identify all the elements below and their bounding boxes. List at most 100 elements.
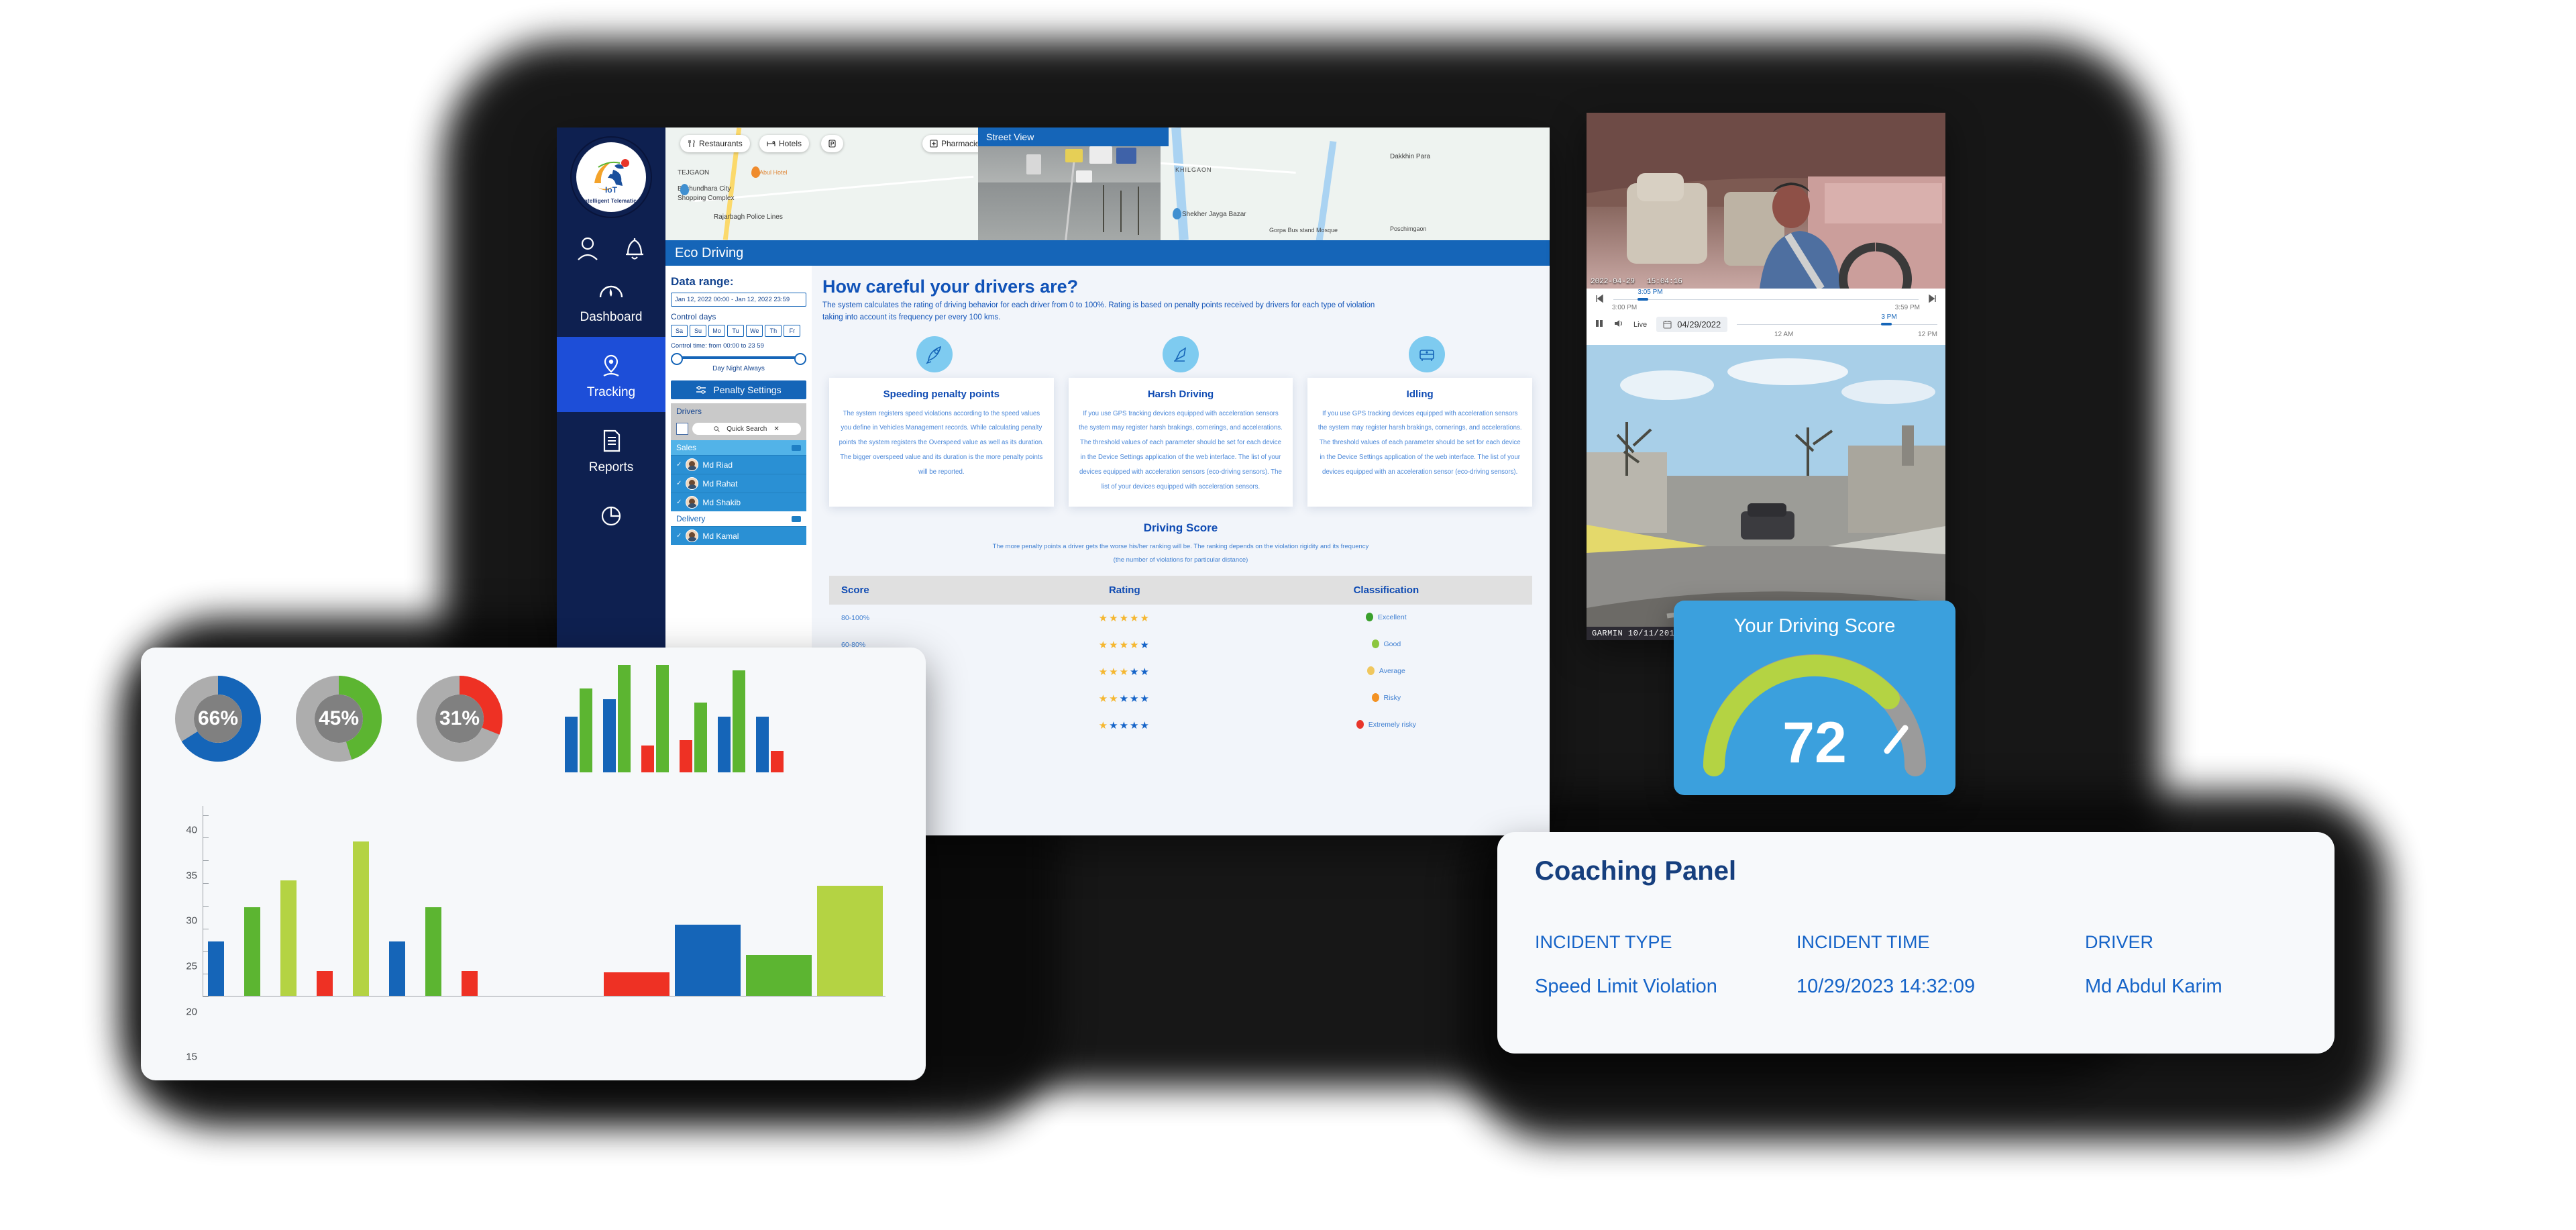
time-range-slider[interactable] — [671, 353, 806, 365]
skip-previous-icon[interactable] — [1595, 294, 1604, 305]
day-toggle[interactable]: Th — [765, 325, 782, 337]
cell-rating: ★★★★★ — [1098, 666, 1150, 678]
penalty-settings-button[interactable]: Penalty Settings — [671, 380, 806, 399]
avatar — [686, 529, 699, 542]
table-row: 0-20%★★★★★Extremely risky — [829, 712, 1532, 739]
feature-card-body: The system registers speed violations ac… — [839, 409, 1044, 476]
cell-rating: ★★★★★ — [1098, 720, 1150, 732]
day-range: 12 AM 12 PM — [1595, 331, 1937, 338]
driver-row[interactable]: ✓ Md Shakib — [671, 493, 806, 511]
skip-next-icon[interactable] — [1928, 294, 1937, 305]
driver-group-sales[interactable]: Sales — [671, 440, 806, 455]
driving-score-table: Score Rating Classification 80-100% ★★★★★… — [829, 576, 1532, 739]
avatar — [686, 496, 699, 509]
avatar — [686, 477, 699, 490]
control-time-label: Control time: from 00:00 to 23 59 — [671, 342, 764, 350]
feature-card: Idling If you use GPS tracking devices e… — [1307, 377, 1533, 507]
clip-range: 3:00 PM 3:59 PM — [1595, 304, 1937, 311]
bar — [425, 907, 441, 996]
slider-handle-end[interactable] — [794, 353, 806, 365]
mini-bar-group — [756, 717, 784, 772]
day-timeline[interactable]: 3 PM — [1737, 313, 1937, 329]
feature-card-title: Idling — [1406, 388, 1434, 400]
map-chip-restaurants[interactable]: Restaurants — [680, 135, 750, 152]
map-chip-hotels[interactable]: Hotels — [759, 135, 810, 152]
clip-timeline[interactable]: 3:05 PM — [1613, 289, 1919, 305]
driving-score-desc-1: The more penalty points a driver gets th… — [992, 542, 1369, 550]
driver-checkbox[interactable]: ✓ — [676, 532, 682, 540]
collapse-icon[interactable] — [792, 444, 801, 451]
day-toggle[interactable]: Su — [690, 325, 706, 337]
driver-row[interactable]: ✓ Md Kamal — [671, 526, 806, 545]
day-marker[interactable] — [1881, 322, 1892, 325]
group-label: Sales — [676, 443, 697, 452]
day-start-time: 12 AM — [1774, 331, 1794, 338]
volume-icon[interactable] — [1613, 319, 1624, 330]
driver-name: Md Shakib — [702, 497, 741, 507]
donut-chart-3: 31% — [415, 674, 504, 764]
map-chip-parking[interactable] — [821, 135, 843, 152]
date-picker[interactable]: 04/29/2022 — [1656, 317, 1728, 332]
street-view-image[interactable] — [978, 146, 1161, 240]
timeline-marker[interactable] — [1638, 297, 1649, 301]
map-pin[interactable] — [751, 166, 760, 178]
speedometer-icon — [597, 276, 625, 305]
pause-icon[interactable] — [1595, 319, 1604, 330]
sidebar-item-extra[interactable] — [557, 487, 665, 542]
day-toggle[interactable]: Tu — [727, 325, 744, 337]
day-toggle[interactable]: We — [746, 325, 763, 337]
live-label[interactable]: Live — [1633, 321, 1647, 329]
driver-group-delivery[interactable]: Delivery — [671, 511, 806, 526]
map-label: TEJGAON — [678, 169, 710, 176]
coaching-header-row: INCIDENT TYPE INCIDENT TIME DRIVER — [1535, 932, 2297, 953]
value-incident-time: 10/29/2023 14:32:09 — [1796, 976, 1976, 997]
sidebar-item-reports[interactable]: Reports — [557, 412, 665, 487]
dashcam-interior-video[interactable]: 2022-04-29 15:04:16 W:100.359016 N:20.65… — [1587, 113, 1945, 289]
bar — [389, 941, 405, 996]
street-lane — [1065, 153, 1076, 240]
day-toggle[interactable]: Fr — [784, 325, 801, 337]
value-driver: Md Abdul Karim — [2085, 976, 2222, 997]
drivers-search-row: Quick Search ✕ — [671, 419, 806, 440]
map-pin[interactable] — [1173, 208, 1181, 219]
driver-row[interactable]: ✓ Md Riad — [671, 455, 806, 474]
cell-classification: Average — [1240, 658, 1532, 685]
select-all-checkbox[interactable] — [676, 423, 688, 435]
clear-search-icon[interactable]: ✕ — [773, 425, 779, 433]
sidebar-item-tracking[interactable]: Tracking — [557, 337, 665, 412]
collapse-icon[interactable] — [792, 515, 801, 522]
rocket-icon — [916, 336, 953, 372]
bar — [317, 970, 333, 996]
bed-icon — [767, 140, 775, 146]
bar — [817, 886, 883, 996]
driver-row[interactable]: ✓ Md Rahat — [671, 474, 806, 493]
y-tick-label: 15 — [186, 1051, 197, 1063]
app-logo[interactable]: IoT Intelligent Telematics — [576, 142, 646, 212]
date-range-input[interactable]: Jan 12, 2022 00:00 - Jan 12, 2022 23:59 — [671, 293, 806, 307]
sidebar-item-dashboard[interactable]: Dashboard — [557, 262, 665, 337]
map-label: Shopping Complex — [678, 195, 735, 202]
bar — [353, 841, 369, 996]
driving-score-title: Driving Score — [1143, 521, 1218, 534]
map-chip-label: Restaurants — [699, 139, 743, 148]
driver-checkbox[interactable]: ✓ — [676, 461, 682, 468]
day-toggle[interactable]: Mo — [708, 325, 725, 337]
dashcam-road-video[interactable]: GARMIN 10/11/2018 10:20:36 44.37706 16.3… — [1587, 345, 1945, 640]
logo-tagline: Intelligent Telematics — [582, 198, 640, 204]
user-icon[interactable] — [574, 235, 601, 262]
driver-checkbox[interactable]: ✓ — [676, 480, 682, 487]
mini-bar-group — [565, 688, 592, 772]
cell-rating: ★★★★★ — [1098, 613, 1150, 625]
logo-mark — [594, 159, 629, 191]
bell-icon[interactable] — [621, 235, 648, 262]
slider-handle-start[interactable] — [671, 353, 683, 365]
bar-series-secondary — [604, 886, 883, 996]
driver-checkbox[interactable]: ✓ — [676, 499, 682, 506]
control-days-label: Control days — [671, 312, 716, 321]
day-toggle[interactable]: Sa — [671, 325, 688, 337]
mini-bar-group — [680, 703, 707, 772]
search-input[interactable]: Quick Search ✕ — [692, 423, 801, 435]
donut-center-label: 45% — [318, 707, 360, 729]
map-panel[interactable]: Restaurants Hotels Pharmacies ATMs Stree… — [665, 127, 1550, 240]
map-pin[interactable] — [680, 184, 689, 195]
